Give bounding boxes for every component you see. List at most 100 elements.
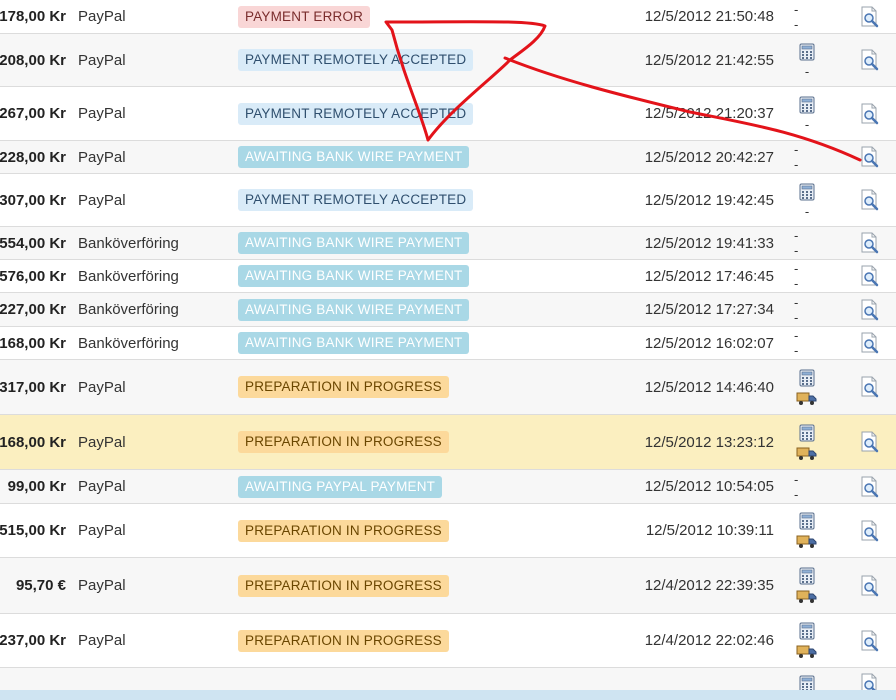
view-order-button[interactable] [858,614,882,667]
order-date: 12/4/2012 22:02:46 [644,632,774,649]
table-row[interactable]: 227,00 Kr Banköverföring AWAITING BANK WIR… [0,293,896,327]
order-date: 12/5/2012 13:23:12 [644,433,774,451]
table-row[interactable]: 317,00 Kr PayPal PREPARATION IN PROGRESS 12… [0,360,896,415]
magnifier-page-icon [860,146,880,168]
view-order-button[interactable] [858,87,882,140]
table-row[interactable]: 576,00 Kr Banköverföring AWAITING BANK WIR… [0,260,896,293]
status-badge: AWAITING BANK WIRE PAYMENT [238,265,470,287]
no-document-placeholder: - - [794,328,805,358]
payment-method: Banköverföring [78,234,179,252]
magnifier-page-icon [860,299,880,321]
table-row[interactable]: 168,00 Kr Banköverföring AWAITING BANK WIR… [0,327,896,360]
magnifier-page-icon [860,476,880,498]
order-date: 12/5/2012 19:42:45 [644,191,774,209]
order-status: AWAITING BANK WIRE PAYMENT [238,227,618,259]
order-status: AWAITING BANK WIRE PAYMENT [238,141,618,173]
calculator-icon[interactable] [799,43,815,61]
view-order-button[interactable] [858,174,882,226]
status-badge: PAYMENT REMOTELY ACCEPTED [238,49,474,71]
view-order-button[interactable] [858,360,882,414]
order-total: 237,00 Kr [0,632,66,649]
magnifier-page-icon [860,431,880,453]
view-order-button[interactable] [858,327,882,359]
order-date: 12/5/2012 14:46:40 [644,378,774,396]
order-status: PAYMENT ERROR [238,0,618,33]
order-date: 12/5/2012 17:27:34 [644,301,774,318]
table-row[interactable]: 554,00 Kr Banköverföring AWAITING BANK WIR… [0,227,896,260]
calculator-icon[interactable] [799,96,815,114]
payment-method: PayPal [78,632,126,649]
horizontal-scrollbar[interactable] [0,690,896,700]
view-order-button[interactable] [858,558,882,613]
order-status: PREPARATION IN PROGRESS [238,558,618,613]
order-date: 12/5/2012 20:42:27 [644,148,774,166]
order-status: PAYMENT REMOTELY ACCEPTED [238,87,618,140]
status-badge: PREPARATION IN PROGRESS [238,629,449,652]
document-actions: - - [794,141,820,173]
document-actions: - - [794,327,820,359]
view-order-button[interactable] [858,470,882,503]
order-date: 12/5/2012 17:46:45 [644,267,774,285]
no-document-placeholder: - - [794,1,805,32]
payment-method: PayPal [78,8,126,25]
magnifier-page-icon [860,376,880,398]
truck-icon[interactable] [796,534,818,549]
view-order-button[interactable] [858,415,882,469]
payment-method: Banköverföring [78,301,179,318]
view-order-button[interactable] [858,504,882,557]
calculator-icon[interactable] [799,622,815,640]
calculator-icon[interactable] [799,369,815,387]
truck-icon[interactable] [796,589,818,604]
status-badge: AWAITING BANK WIRE PAYMENT [238,146,470,168]
table-row[interactable]: 95,70 € PayPal PREPARATION IN PROGRESS 12/4… [0,558,896,614]
magnifier-page-icon [860,6,880,28]
table-row[interactable]: 307,00 Kr PayPal PAYMENT REMOTELY ACCEPTED… [0,174,896,227]
order-status: AWAITING BANK WIRE PAYMENT [238,293,618,326]
payment-method: PayPal [78,105,126,122]
payment-method: Banköverföring [78,267,179,285]
table-row[interactable]: 168,00 Kr PayPal PREPARATION IN PROGRESS 12… [0,415,896,470]
view-order-button[interactable] [858,260,882,292]
table-row[interactable]: 208,00 Kr PayPal PAYMENT REMOTELY ACCEPTED… [0,34,896,87]
view-order-button[interactable] [858,141,882,173]
table-row[interactable]: 515,00 Kr PayPal PREPARATION IN PROGRESS 12… [0,504,896,558]
order-total: 99,00 Kr [7,478,66,495]
order-total: 168,00 Kr [0,433,66,451]
calculator-icon[interactable] [799,183,815,201]
no-document-placeholder: - - [794,471,805,502]
document-actions: - [794,174,820,226]
table-row[interactable]: 99,00 Kr PayPal AWAITING PAYPAL PAYMENT 12/… [0,470,896,504]
table-row[interactable]: 178,00 Kr PayPal PAYMENT ERROR 12/5/2012 21… [0,0,896,34]
view-order-button[interactable] [858,293,882,326]
truck-icon[interactable] [796,446,818,461]
view-order-button[interactable] [858,0,882,33]
view-order-button[interactable] [858,227,882,259]
table-row[interactable]: 267,00 Kr PayPal PAYMENT REMOTELY ACCEPTED… [0,87,896,141]
magnifier-page-icon [860,332,880,354]
calculator-icon[interactable] [799,424,815,442]
payment-method: Banköverföring [78,334,179,352]
table-row[interactable]: 237,00 Kr PayPal PREPARATION IN PROGRESS 12… [0,614,896,668]
order-date: 12/5/2012 16:02:07 [644,334,774,352]
document-actions [794,360,820,414]
status-badge: PREPARATION IN PROGRESS [238,431,449,453]
document-actions: - [794,87,820,140]
status-badge: PAYMENT REMOTELY ACCEPTED [238,102,474,125]
status-badge: PREPARATION IN PROGRESS [238,376,449,398]
view-order-button[interactable] [858,34,882,86]
document-actions: - - [794,260,820,292]
order-total: 554,00 Kr [0,234,66,252]
calculator-icon[interactable] [799,512,815,530]
document-actions [794,415,820,469]
magnifier-page-icon [860,189,880,211]
truck-icon[interactable] [796,644,818,659]
order-date: 12/5/2012 21:20:37 [644,105,774,122]
payment-method: PayPal [78,51,126,69]
order-total: 515,00 Kr [0,522,66,539]
table-row[interactable]: 228,00 Kr PayPal AWAITING BANK WIRE PAYMEN… [0,141,896,174]
order-date: 12/4/2012 22:39:35 [644,577,774,594]
truck-icon[interactable] [796,391,818,406]
magnifier-page-icon [860,232,880,254]
order-date: 12/5/2012 19:41:33 [644,234,774,252]
calculator-icon[interactable] [799,567,815,585]
